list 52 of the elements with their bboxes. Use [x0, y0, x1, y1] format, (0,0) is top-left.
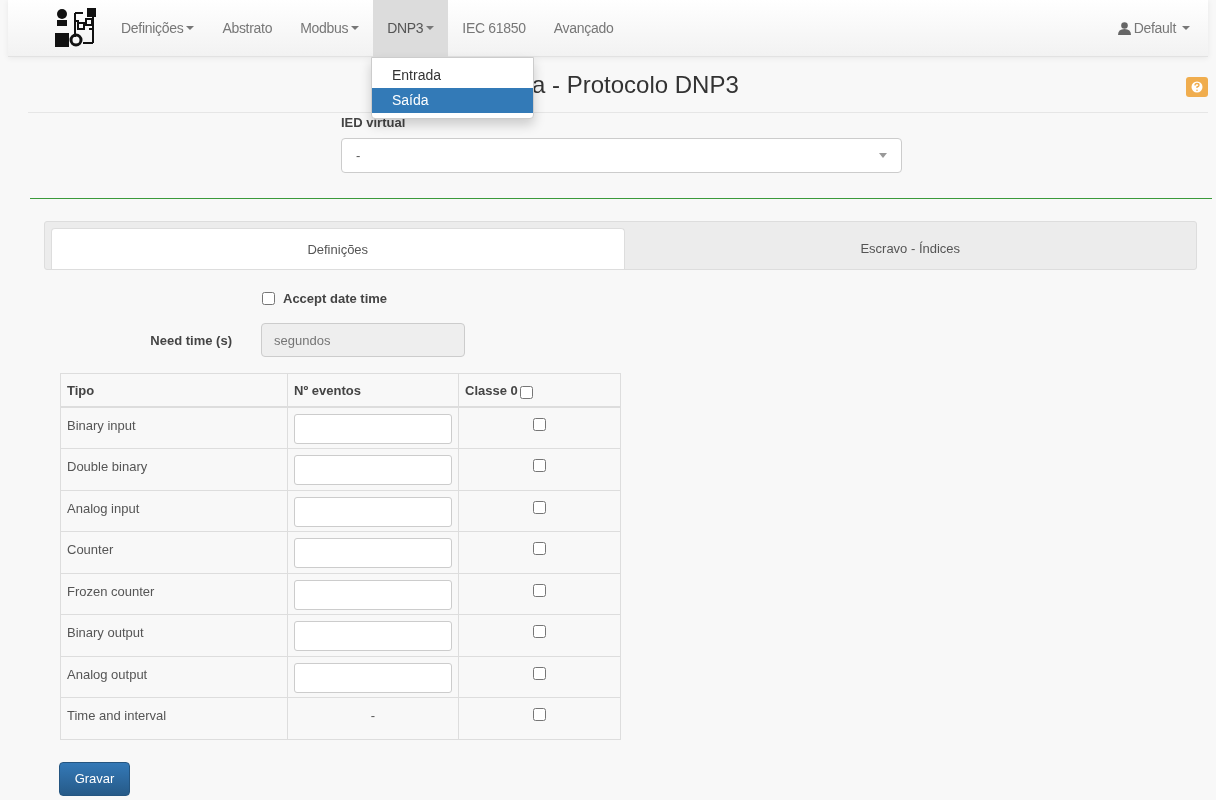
- checkbox[interactable]: [262, 291, 275, 305]
- input-field[interactable]: [294, 579, 452, 610]
- input-field[interactable]: [294, 538, 452, 568]
- input-field[interactable]: [294, 662, 452, 693]
- nav-menu-item[interactable]: Abstrato: [208, 0, 287, 57]
- checkbox[interactable]: [533, 459, 546, 472]
- table-cell: Analog output: [60, 656, 288, 698]
- table-cell: Time and interval: [60, 697, 288, 739]
- input-field[interactable]: [294, 496, 452, 527]
- nav-menu-item[interactable]: IEC 61850: [448, 0, 540, 57]
- column-header: Tipo: [60, 373, 288, 407]
- checkbox[interactable]: [533, 542, 546, 555]
- tab[interactable]: Escravo - Índices: [624, 228, 1196, 269]
- checkbox[interactable]: [533, 583, 546, 597]
- tab[interactable]: Definições: [51, 228, 625, 269]
- ied-select[interactable]: -: [341, 138, 902, 173]
- nav-menu-item[interactable]: Modbus: [286, 0, 374, 57]
- table-cell: Frozen counter: [60, 573, 288, 615]
- checkbox[interactable]: [533, 625, 546, 638]
- user-icon: [1117, 21, 1131, 35]
- caret-icon: [186, 26, 195, 30]
- input-field[interactable]: [294, 621, 452, 651]
- table-cell: Counter: [60, 531, 288, 573]
- dropdown-item[interactable]: Saída: [372, 88, 533, 113]
- checkbox[interactable]: [533, 708, 546, 721]
- table-cell: Double binary: [60, 448, 288, 490]
- checkbox[interactable]: [519, 385, 533, 399]
- checkbox[interactable]: [533, 666, 546, 680]
- logo-icon[interactable]: [53, 7, 99, 49]
- column-header: Nº eventos: [287, 373, 459, 407]
- field-label: Need time (s): [149, 332, 232, 348]
- nav-menu-item[interactable]: DNP3: [373, 0, 449, 57]
- input-field[interactable]: [294, 414, 452, 444]
- save-button[interactable]: Gravar: [59, 761, 130, 796]
- table-cell: Analog input: [60, 490, 288, 532]
- input-field[interactable]: [294, 455, 452, 485]
- column-header: Classe 0: [465, 382, 518, 398]
- dropdown-item[interactable]: Entrada: [372, 63, 533, 88]
- table-cell: Binary input: [60, 407, 288, 449]
- nav-menu-item[interactable]: Avançado: [539, 0, 628, 57]
- field-label: IED virtual: [341, 115, 407, 131]
- table-cell: Binary output: [60, 614, 288, 656]
- nav-menu-item[interactable]: Definições: [107, 0, 209, 57]
- caret-icon: [879, 153, 887, 158]
- caret-icon: [426, 26, 435, 30]
- checkbox[interactable]: [533, 418, 546, 431]
- caret-icon: [351, 26, 360, 30]
- checkbox-label: Accept date time: [283, 290, 388, 306]
- user-menu[interactable]: Default: [1103, 0, 1190, 57]
- table-cell: -: [370, 708, 376, 723]
- caret-icon: [1182, 26, 1190, 30]
- checkbox[interactable]: [533, 500, 546, 514]
